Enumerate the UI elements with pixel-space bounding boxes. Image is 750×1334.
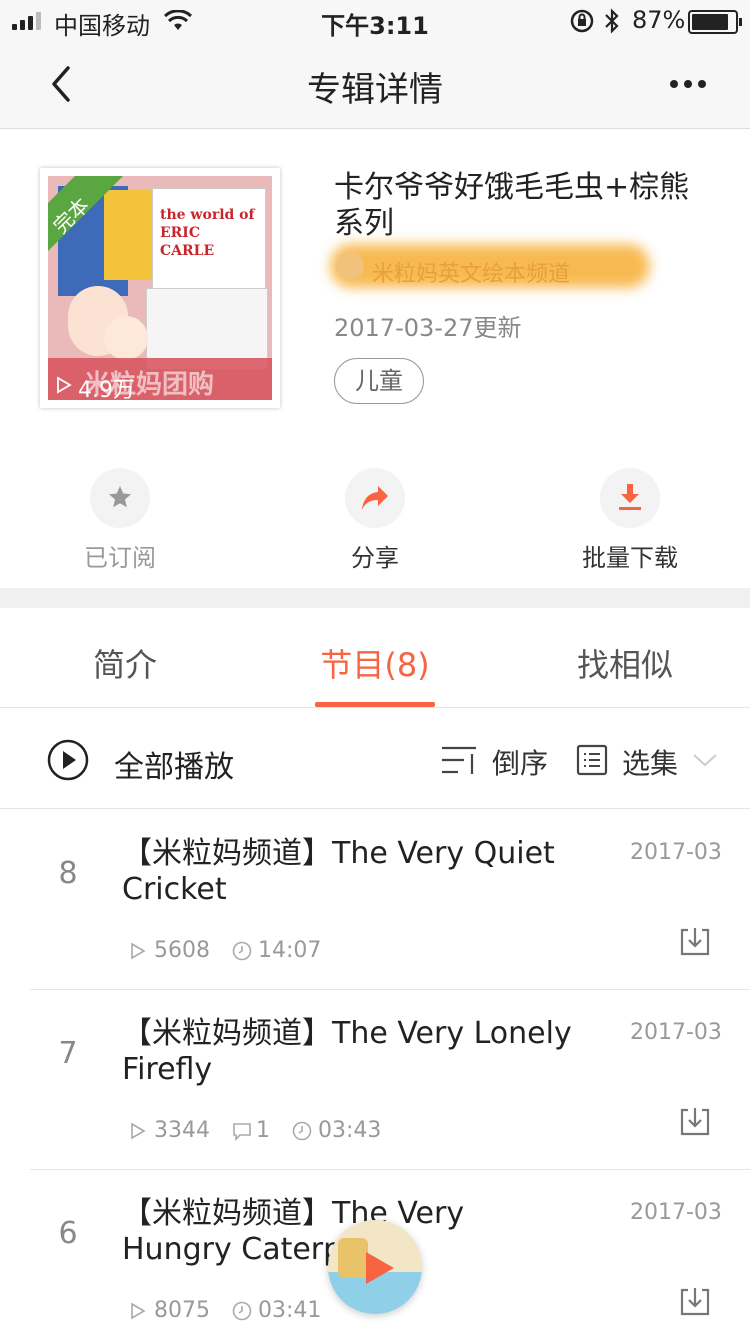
download-episode-icon[interactable]: [678, 1104, 712, 1138]
episode-meta: 8075 03:41: [130, 1298, 327, 1323]
sort-icon[interactable]: [440, 744, 480, 776]
episode-number: 7: [58, 1036, 78, 1071]
episode-meta: 3344 1 03:43: [130, 1118, 387, 1143]
play-count-icon: [131, 1302, 146, 1319]
cover-book-title: the world of ERIC CARLE: [160, 207, 255, 259]
share-label: 分享: [351, 544, 399, 572]
play-icon: [366, 1252, 394, 1284]
author-name[interactable]: 米粒妈英文绘本频道: [372, 256, 570, 288]
bluetooth-icon: [605, 8, 619, 34]
rotation-lock-icon: [570, 9, 594, 33]
nav-bar: 专辑详情: [0, 40, 750, 129]
episode-comments: 1: [256, 1118, 270, 1143]
updated-date: 2017-03-27更新: [334, 314, 522, 342]
subscribe-button[interactable]: [90, 468, 150, 528]
duration-icon: [232, 1301, 252, 1320]
episode-date: 2017-03: [630, 1200, 722, 1225]
toolbar-divider: [0, 808, 750, 809]
select-list-icon[interactable]: [576, 744, 608, 776]
star-icon: [109, 486, 131, 508]
episode-plays: 5608: [154, 938, 210, 963]
section-divider: [0, 588, 750, 608]
episode-row[interactable]: 7 【米粒妈频道】The Very Lonely Firefly 2017-03…: [0, 990, 750, 1170]
page-title: 专辑详情: [307, 70, 443, 110]
episode-duration: 03:41: [258, 1298, 322, 1323]
episode-number: 8: [58, 856, 78, 891]
episode-number: 6: [58, 1216, 78, 1251]
tab-intro[interactable]: 简介: [0, 640, 250, 686]
episode-plays: 8075: [154, 1298, 210, 1323]
duration-icon: [232, 941, 252, 960]
tab-similar[interactable]: 找相似: [500, 640, 750, 686]
play-all-icon[interactable]: [46, 738, 90, 782]
battery-percent: 87%: [632, 6, 686, 34]
episode-duration: 03:43: [318, 1118, 382, 1143]
duration-icon: [292, 1121, 312, 1140]
share-icon: [362, 486, 388, 510]
episode-meta: 5608 14:07: [130, 938, 327, 963]
play-count-icon: [131, 1122, 146, 1139]
select-episodes-button[interactable]: 选集: [622, 742, 678, 782]
tabs-divider: [0, 707, 750, 708]
subscribe-label: 已订阅: [84, 544, 156, 572]
album-cover[interactable]: the world of ERIC CARLE 米粒妈团购 完本 4.9万: [40, 168, 280, 408]
play-count-icon: [131, 942, 146, 959]
play-count-icon: [57, 376, 72, 394]
batch-download-button[interactable]: [600, 468, 660, 528]
battery-icon: [688, 10, 742, 34]
download-episode-icon[interactable]: [678, 924, 712, 958]
share-button[interactable]: [345, 468, 405, 528]
category-tag[interactable]: 儿童: [334, 358, 424, 404]
album-title: 卡尔爷爷好饿毛毛虫+棕熊系列: [334, 170, 690, 241]
episode-title[interactable]: 【米粒妈频道】The Very Lonely Firefly: [122, 1016, 582, 1088]
comment-icon: [233, 1122, 251, 1141]
status-bar: 中国移动 下午3:11 87%: [0, 0, 750, 40]
tab-episodes[interactable]: 节目(8): [250, 640, 500, 686]
episode-plays: 3344: [154, 1118, 210, 1143]
floating-player-button[interactable]: [328, 1220, 422, 1314]
chevron-down-icon[interactable]: [692, 752, 718, 768]
play-all-button[interactable]: 全部播放: [114, 742, 234, 786]
play-count: 4.9万: [78, 378, 135, 400]
sort-button[interactable]: 倒序: [492, 742, 548, 782]
batch-download-label: 批量下载: [582, 544, 678, 572]
episode-duration: 14:07: [258, 938, 322, 963]
episode-row[interactable]: 8 【米粒妈频道】The Very Quiet Cricket 2017-03 …: [0, 810, 750, 990]
episode-date: 2017-03: [630, 1020, 722, 1045]
author-avatar[interactable]: [336, 252, 364, 280]
download-episode-icon[interactable]: [678, 1284, 712, 1318]
episode-date: 2017-03: [630, 840, 722, 865]
episode-title[interactable]: 【米粒妈频道】The Very Quiet Cricket: [122, 836, 582, 908]
more-icon[interactable]: [668, 78, 708, 90]
download-icon: [619, 484, 641, 510]
